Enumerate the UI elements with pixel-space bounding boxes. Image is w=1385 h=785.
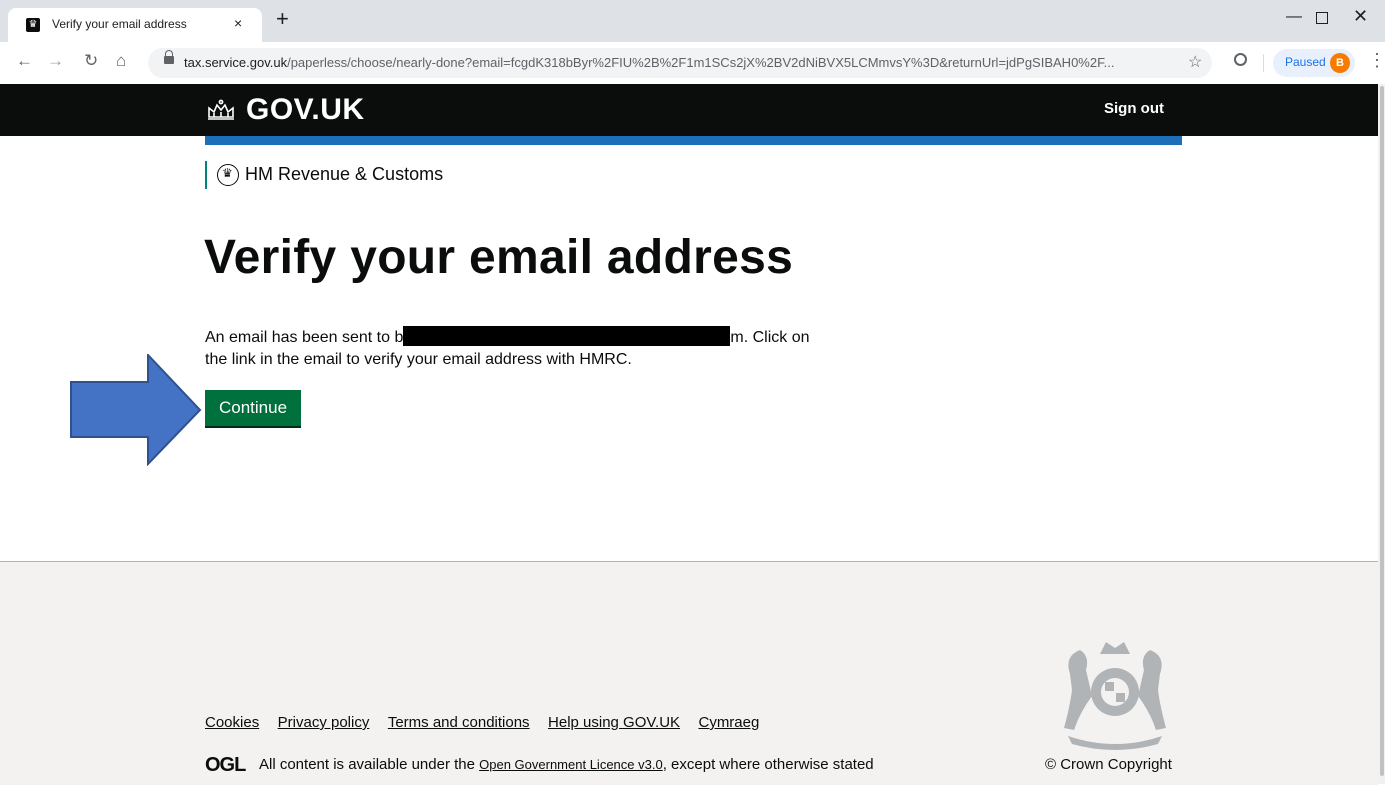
page-title: Verify your email address (204, 231, 794, 284)
footer-link-cookies[interactable]: Cookies (205, 714, 259, 731)
browser-tab[interactable]: ♛ Verify your email address × (8, 8, 262, 42)
header-blue-bar (205, 136, 1182, 145)
royal-coat-of-arms-icon (1064, 642, 1166, 750)
licence-link[interactable]: Open Government Licence v3.0 (479, 757, 663, 772)
annotation-arrow-icon (70, 354, 202, 466)
back-icon[interactable]: ← (16, 51, 33, 71)
footer-link-cymraeg[interactable]: Cymraeg (698, 714, 759, 731)
footer-link-help[interactable]: Help using GOV.UK (548, 714, 680, 731)
scrollbar-thumb[interactable] (1380, 86, 1384, 776)
tab-close-icon[interactable]: × (234, 15, 242, 31)
browser-toolbar: ← → ↻ ⌂ tax.service.gov.uk/paperless/cho… (0, 42, 1385, 85)
crown-logo-icon[interactable] (205, 97, 237, 121)
organisation-banner: HM Revenue & Customs (205, 161, 443, 189)
forward-icon[interactable]: → (47, 51, 64, 71)
licence-text: All content is available under the Open … (259, 756, 874, 773)
hmrc-crest-icon (217, 164, 239, 186)
tab-title: Verify your email address (52, 17, 187, 31)
restore-icon[interactable] (1316, 12, 1328, 24)
footer-link-terms[interactable]: Terms and conditions (388, 714, 530, 731)
continue-button[interactable]: Continue (205, 390, 301, 426)
sign-out-link[interactable]: Sign out (1104, 100, 1164, 117)
profile-button[interactable]: Paused B (1273, 49, 1355, 77)
browser-tab-bar: ♛ Verify your email address × + — ✕ (0, 0, 1385, 42)
lock-icon (164, 50, 174, 64)
footer-link-privacy[interactable]: Privacy policy (278, 714, 370, 731)
address-bar[interactable]: tax.service.gov.uk/paperless/choose/near… (148, 48, 1212, 78)
profile-label: Paused (1285, 55, 1326, 69)
avatar: B (1330, 53, 1350, 73)
crown-copyright: © Crown Copyright (1045, 756, 1172, 773)
crown-favicon-icon: ♛ (26, 18, 40, 32)
redacted-email (403, 326, 731, 346)
new-tab-button[interactable]: + (276, 6, 289, 32)
govuk-header: GOV.UK Sign out (0, 84, 1378, 136)
home-icon[interactable]: ⌂ (116, 51, 126, 71)
organisation-name: HM Revenue & Customs (245, 164, 444, 184)
window-close-icon[interactable]: ✕ (1353, 6, 1368, 27)
reload-icon[interactable]: ↻ (84, 51, 98, 71)
browser-menu-icon[interactable]: ⋮ (1368, 50, 1385, 71)
govuk-footer: Cookies Privacy policy Terms and conditi… (0, 561, 1378, 785)
toolbar-divider (1263, 54, 1264, 72)
ogl-logo: OGL (205, 754, 246, 776)
confirmation-message: An email has been sent to b m. Click on t… (205, 326, 825, 371)
url-text[interactable]: tax.service.gov.uk/paperless/choose/near… (184, 55, 1144, 70)
footer-links: Cookies Privacy policy Terms and conditi… (205, 714, 773, 732)
bookmark-star-icon[interactable]: ☆ (1188, 52, 1202, 72)
extension-icon[interactable] (1234, 53, 1247, 66)
minimize-icon[interactable]: — (1286, 8, 1302, 26)
govuk-logo-text[interactable]: GOV.UK (246, 93, 365, 127)
